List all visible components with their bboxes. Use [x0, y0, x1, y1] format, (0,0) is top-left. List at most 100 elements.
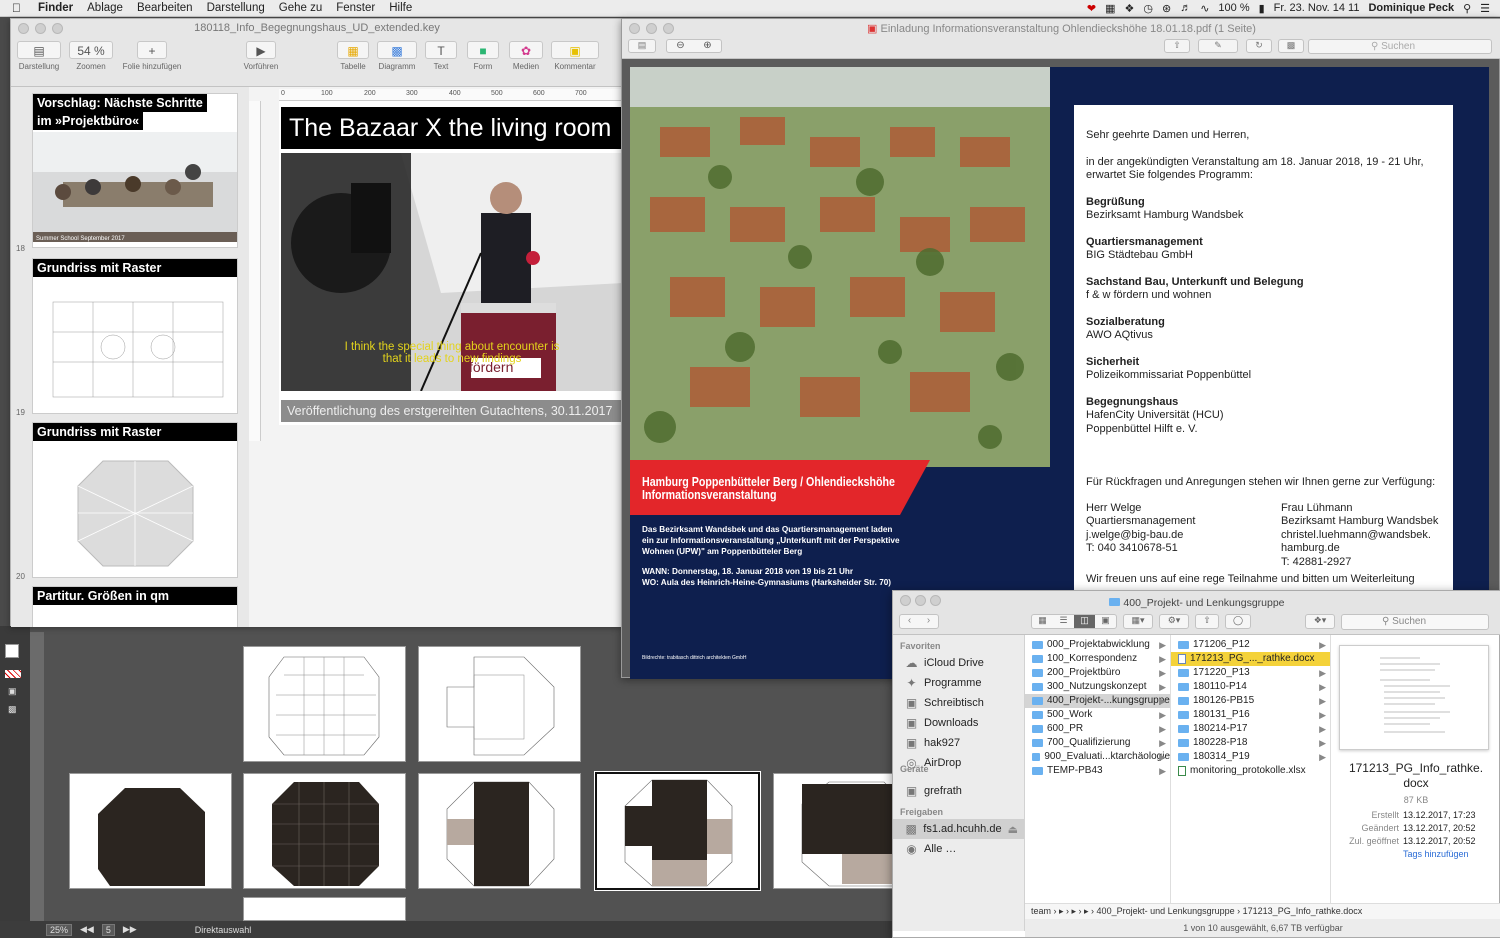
menu-darstellung[interactable]: Darstellung [200, 2, 272, 14]
volume-icon[interactable]: ♬ [1180, 2, 1191, 14]
action-gear-icon[interactable]: ⚙▾ [1159, 614, 1189, 629]
add-tags-link[interactable]: Tags hinzufügen [1331, 848, 1500, 861]
preview-search-field[interactable]: ⚲ Suchen [1308, 39, 1492, 54]
list-item[interactable]: 180126-PB15 ▶ [1171, 694, 1330, 708]
battery-percent[interactable]: 100 % [1218, 2, 1249, 14]
media-button[interactable]: ✿ Medien [509, 41, 543, 71]
sidebar-item-icloud[interactable]: ☁ iCloud Drive [893, 653, 1024, 673]
bluetooth-icon[interactable]: ⊛ [1162, 2, 1171, 15]
list-item[interactable]: monitoring_protokolle.xlsx [1171, 764, 1330, 778]
floorplan-page-next[interactable] [243, 897, 406, 921]
share-icon[interactable]: ⇧ [1164, 39, 1190, 53]
list-item[interactable]: TEMP-PB43 ▶ [1025, 764, 1170, 778]
clock[interactable]: Fr. 23. Nov. 14 11 [1274, 2, 1360, 14]
back-button[interactable]: ‹ [908, 615, 911, 628]
slide-thumb-21[interactable]: Partitur. Größen in qm [32, 586, 238, 627]
list-item[interactable]: 300_Nutzungskonzept ▶ [1025, 680, 1170, 694]
list-item[interactable]: 171220_P13 ▶ [1171, 666, 1330, 680]
page-field[interactable]: 5 [101, 923, 115, 936]
grid-status-icon[interactable]: ▦ [1105, 2, 1115, 15]
list-item[interactable]: 200_Projektbüro ▶ [1025, 666, 1170, 680]
slide-thumb-19[interactable]: Grundriss mit Raster [32, 258, 238, 414]
cover-flow-button[interactable]: ▣ [1095, 615, 1116, 628]
preview-mode-icon[interactable]: ▣ [8, 686, 17, 697]
timemachine-icon[interactable]: ◷ [1143, 2, 1153, 15]
finder-dropbox-icon[interactable]: ❖▾ [1305, 614, 1335, 629]
floorplan-page-solid[interactable] [69, 773, 232, 889]
fill-color-swatch[interactable] [5, 644, 19, 658]
slide-title[interactable]: The Bazaar X the living room [281, 107, 626, 149]
spotlight-icon[interactable]: ⚲ [1463, 2, 1471, 15]
menu-app-finder[interactable]: Finder [31, 2, 80, 14]
shape-button[interactable]: ■ Form [467, 41, 499, 71]
chart-button[interactable]: ▩ Diagramm [377, 41, 417, 71]
forward-button[interactable]: › [927, 615, 930, 628]
apple-menu-icon[interactable]:  [0, 1, 31, 15]
eject-icon[interactable]: ⏏ [1008, 823, 1024, 836]
slide-photo[interactable]: I think the special thing about encounte… [281, 153, 623, 391]
menu-gehe-zu[interactable]: Gehe zu [272, 2, 329, 14]
sidebar-item-schreibtisch[interactable]: ▣ Schreibtisch [893, 693, 1024, 713]
list-view-button[interactable]: ☰ [1053, 615, 1074, 628]
user-name[interactable]: Dominique Peck [1368, 2, 1454, 14]
sidebar-item-hak927[interactable]: ▣ hak927 [893, 733, 1024, 753]
dropbox-icon[interactable]: ❖ [1124, 2, 1134, 15]
sidebar-item-grefrath[interactable]: ▣ grefrath [893, 781, 1024, 801]
icon-view-button[interactable]: ▦ [1032, 615, 1053, 628]
stroke-swatch-icon[interactable] [5, 670, 21, 678]
minimize-button[interactable] [35, 23, 46, 34]
zoom-field[interactable]: 25% [46, 923, 73, 936]
toolbox-icon[interactable]: ▩ [1278, 39, 1304, 53]
list-item[interactable]: 180314_P19 ▶ [1171, 750, 1330, 764]
list-item[interactable]: 700_Qualifizierung ▶ [1025, 736, 1170, 750]
markup-pen-icon[interactable]: ✎ [1198, 39, 1238, 53]
first-page-icon[interactable]: ◀◀ [80, 924, 94, 935]
menu-hilfe[interactable]: Hilfe [382, 2, 419, 14]
sidebar-item-programme[interactable]: ✦ Programme [893, 673, 1024, 693]
zoom-button-toolbar[interactable]: 54 % Zoomen [69, 41, 113, 71]
list-item[interactable]: 600_PR ▶ [1025, 722, 1170, 736]
list-item[interactable]: 900_Evaluati...ktarchäologie ▶ [1025, 750, 1170, 764]
list-item-selected[interactable]: 171213_PG_..._rathke.docx [1171, 652, 1330, 666]
list-item[interactable]: 180131_P16 ▶ [1171, 708, 1330, 722]
finder-path-bar[interactable]: team › ▸ › ▸ › ▸ › 400_Projekt- und Lenk… [1025, 903, 1500, 919]
floorplan-page-partial[interactable] [773, 773, 893, 889]
floorplan-page-dark-grid[interactable] [243, 773, 406, 889]
table-button[interactable]: ▦ Tabelle [337, 41, 369, 71]
list-item[interactable]: 180228-P18 ▶ [1171, 736, 1330, 750]
menu-bearbeiten[interactable]: Bearbeiten [130, 2, 200, 14]
menu-ablage[interactable]: Ablage [80, 2, 130, 14]
sidebar-item-server[interactable]: ▩ fs1.ad.hcuhh.de ⏏ [893, 819, 1024, 839]
list-item[interactable]: 171206_P12 ▶ [1171, 638, 1330, 652]
finder-search-field[interactable]: ⚲ Suchen [1341, 614, 1489, 630]
tag-icon[interactable]: ◯ [1225, 614, 1251, 629]
close-button[interactable] [18, 23, 29, 34]
battery-icon[interactable]: ▮ [1259, 2, 1265, 15]
column-view-button[interactable]: ◫ [1074, 615, 1095, 628]
floorplan-page-simple[interactable] [418, 646, 581, 762]
list-item[interactable]: 500_Work ▶ [1025, 708, 1170, 722]
sidebar-item-network[interactable]: ◉ Alle … [893, 839, 1024, 859]
finder-share-icon[interactable]: ⇧ [1195, 614, 1219, 629]
document-preview-thumbnail[interactable] [1339, 645, 1489, 750]
zoom-button[interactable] [52, 23, 63, 34]
wifi-icon[interactable]: ∿ [1200, 2, 1209, 15]
list-item[interactable]: 000_Projektabwicklung ▶ [1025, 638, 1170, 652]
sidebar-item-downloads[interactable]: ▣ Downloads [893, 713, 1024, 733]
last-page-icon[interactable]: ▶▶ [123, 924, 137, 935]
screen-mode-icon[interactable]: ▩ [8, 704, 17, 715]
comment-button[interactable]: ▣ Kommentar [551, 41, 599, 71]
floorplan-page-selected[interactable] [594, 771, 761, 891]
darstellung-button[interactable]: ▤ Darstellung [17, 41, 61, 71]
list-item[interactable]: 100_Korrespondenz ▶ [1025, 652, 1170, 666]
text-button[interactable]: T Text [425, 41, 457, 71]
notification-center-icon[interactable]: ☰ [1480, 2, 1490, 15]
current-slide[interactable]: The Bazaar X the living room I think the… [279, 101, 626, 425]
heart-icon[interactable]: ❤ [1087, 2, 1096, 15]
floorplan-page-center[interactable] [418, 773, 581, 889]
play-button[interactable]: ▶ Vorführen [239, 41, 283, 71]
slide-caption[interactable]: Veröffentlichung des erstgereihten Gutac… [281, 400, 623, 422]
rotate-icon[interactable]: ↻ [1246, 39, 1272, 53]
list-item[interactable]: 180110-P14 ▶ [1171, 680, 1330, 694]
add-slide-button[interactable]: + Folie hinzufügen [117, 41, 187, 71]
